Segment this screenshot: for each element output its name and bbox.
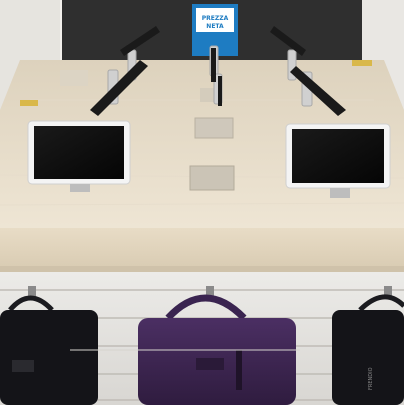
tablet-left-screen [34, 126, 124, 179]
bag-black-left [0, 295, 98, 405]
table-panel-3 [60, 70, 88, 86]
sign-line2: NETA [206, 23, 224, 30]
bag-brand-label: FRENDIO [368, 367, 374, 390]
tablet-left [27, 120, 131, 192]
retail-display-photo: PREZZA NETA FRENDIO [0, 0, 404, 405]
table-front-edge [0, 228, 404, 268]
tablet-right-screen [292, 129, 384, 183]
floor-tag-left [20, 100, 38, 106]
bag-black-right: FRENDIO [332, 294, 404, 405]
sign-line1: PREZZA [202, 15, 229, 22]
table-panel-2 [189, 165, 235, 191]
tablet-right [285, 123, 391, 198]
table-bottom-shadow [0, 266, 404, 272]
floor-tag-right [352, 60, 372, 66]
photo-canvas: PREZZA NETA FRENDIO [0, 0, 404, 405]
table-panel-1 [194, 117, 234, 139]
